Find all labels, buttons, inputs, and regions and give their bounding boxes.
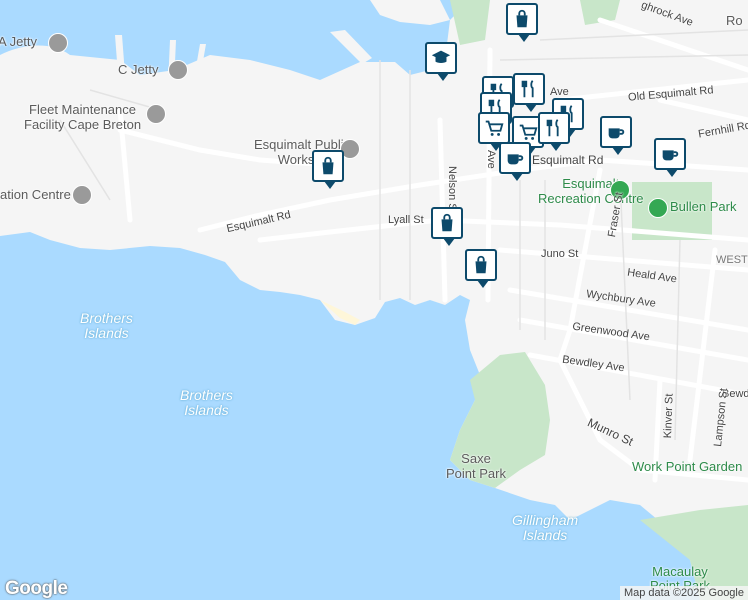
gillingham-islands-label: Gillingham Islands — [512, 513, 578, 543]
fleet-line-1: Fleet Maintenance — [29, 102, 136, 117]
ave-label-vertical: Ave — [485, 150, 497, 169]
brothers1-line-1: Brothers — [80, 310, 133, 326]
shopping-pin[interactable] — [465, 249, 497, 288]
landmark-icon — [146, 104, 166, 124]
shopping-bag-icon — [475, 255, 487, 274]
brothers-islands-label-1: Brothers Islands — [80, 311, 133, 341]
restaurant-pin[interactable] — [513, 73, 545, 112]
restaurant-pin[interactable] — [538, 112, 570, 151]
work-point-garden-label: Work Point Garden — [632, 459, 743, 474]
coffee-icon — [608, 128, 625, 139]
coffee-icon — [507, 154, 524, 165]
saxe-line-2: Point Park — [446, 466, 506, 481]
shopping-bag-icon — [441, 213, 453, 232]
landmark-icon — [72, 185, 92, 205]
esquimalt-rd-east-label: Esquimalt Rd — [532, 153, 604, 167]
brothers2-line-1: Brothers — [180, 387, 233, 403]
landmark-icon — [48, 33, 68, 53]
fleet-line-2: Facility Cape Breton — [24, 117, 142, 132]
lyall-st-label: Lyall St — [388, 214, 424, 226]
gillingham-line-2: Islands — [522, 527, 568, 543]
coffee-pin[interactable] — [654, 138, 686, 177]
bullen-park-label: Bullen Park — [670, 199, 737, 214]
shopping-bag-icon — [516, 9, 528, 28]
map-attribution[interactable]: Map data ©2025 Google — [619, 586, 748, 600]
school-icon — [431, 50, 451, 64]
gillingham-line-1: Gillingham — [512, 512, 579, 528]
brothers1-line-2: Islands — [84, 325, 129, 341]
brothers-islands-label-2: Brothers Islands — [180, 388, 233, 418]
grocery-pin[interactable] — [478, 112, 510, 151]
shopping-pin[interactable] — [431, 207, 463, 246]
google-logo: Google — [5, 578, 68, 599]
school-pin[interactable] — [425, 42, 457, 81]
shopping-pin[interactable] — [312, 150, 344, 189]
fleet-maintenance-label: Fleet Maintenance Facility Cape Breton — [24, 102, 141, 132]
saxe-line-1: Saxe — [461, 451, 491, 466]
coffee-pin[interactable] — [600, 116, 632, 155]
c-jetty-label: C Jetty — [118, 62, 159, 77]
grocery-cart-icon — [485, 120, 504, 136]
saxe-point-park-label: Saxe Point Park — [446, 451, 506, 481]
ation-centre-label: ation Centre — [0, 187, 71, 202]
landmark-icon — [168, 60, 188, 80]
grocery-cart-icon — [519, 124, 538, 140]
shopping-bag-icon — [322, 156, 334, 175]
restaurant-icon — [546, 119, 559, 137]
macaulay-line-1: Macaulay — [652, 564, 708, 579]
brothers2-line-2: Islands — [184, 402, 229, 418]
a-jetty-label: A Jetty — [0, 34, 38, 49]
ro-label: Ro — [726, 13, 743, 28]
restaurant-icon — [521, 80, 534, 98]
coffee-pin[interactable] — [499, 142, 531, 181]
west-label: WEST — [716, 254, 748, 266]
kinver-st-label: Kinver St — [662, 393, 676, 439]
shopping-pin[interactable] — [506, 3, 538, 42]
juno-st-label: Juno St — [541, 248, 579, 260]
coffee-icon — [662, 150, 679, 161]
ave-label-north: Ave — [550, 86, 569, 98]
park-icon — [648, 198, 668, 218]
